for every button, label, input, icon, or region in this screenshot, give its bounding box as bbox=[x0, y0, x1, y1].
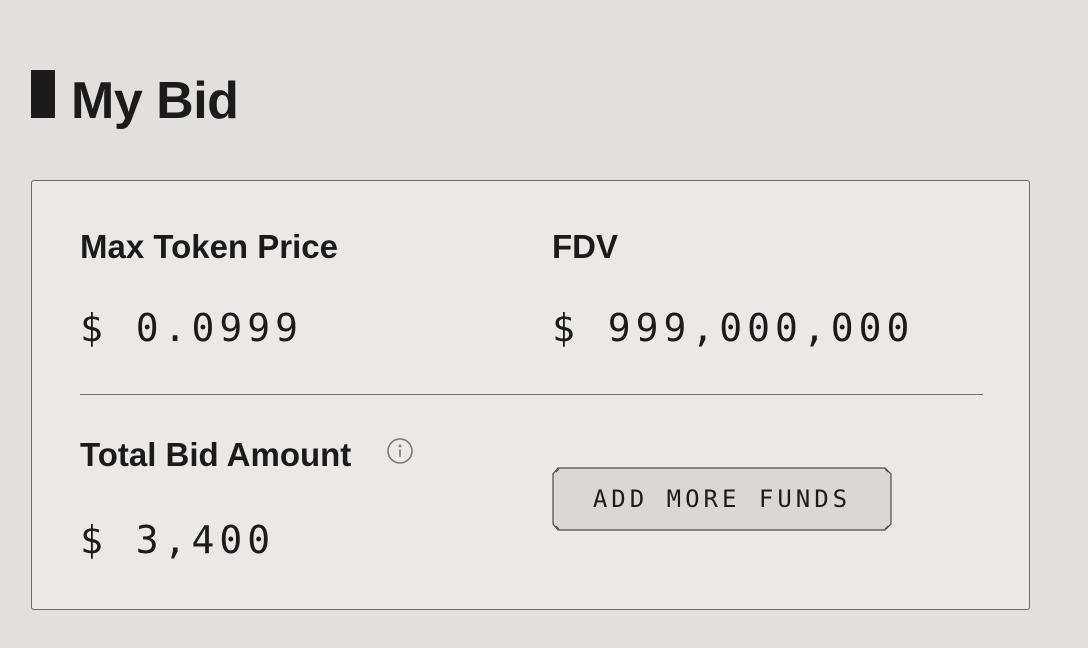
page-title: My Bid bbox=[71, 72, 239, 130]
info-circle-icon[interactable] bbox=[387, 438, 413, 464]
add-more-funds-button[interactable]: ADD MORE FUNDS bbox=[552, 467, 892, 531]
section-header: My Bid bbox=[31, 70, 239, 130]
fdv-label: FDV bbox=[552, 228, 618, 265]
add-more-funds-label: ADD MORE FUNDS bbox=[592, 485, 852, 513]
total-bid-amount-label: Total Bid Amount bbox=[80, 436, 352, 473]
card-divider bbox=[80, 394, 983, 395]
max-token-price-value: $ 0.0999 bbox=[80, 306, 304, 350]
header-marker bbox=[31, 70, 55, 118]
total-bid-amount-value: $ 3,400 bbox=[80, 518, 276, 562]
max-token-price-label: Max Token Price bbox=[80, 228, 338, 265]
bid-card: Max Token Price $ 0.0999 FDV $ 999,000,0… bbox=[31, 180, 1030, 610]
fdv-value: $ 999,000,000 bbox=[552, 306, 915, 350]
